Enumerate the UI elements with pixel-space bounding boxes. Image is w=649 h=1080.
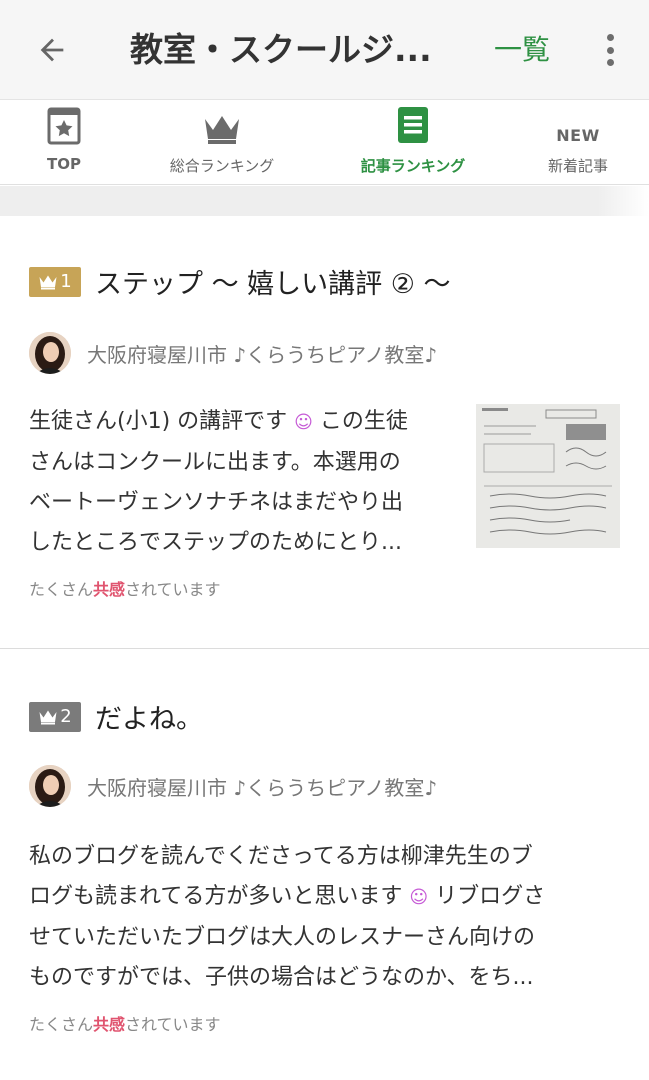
empathy-status: たくさん共感されています xyxy=(29,580,221,599)
tab-new-articles[interactable]: NEW 新着記事 xyxy=(538,101,618,185)
crown-icon xyxy=(39,275,57,289)
tab-article-ranking-label: 記事ランキング xyxy=(360,157,466,175)
article-title[interactable]: だよね。 xyxy=(95,697,203,736)
crown-icon xyxy=(39,710,57,724)
author-row[interactable]: 大阪府寝屋川市 ♪くらうちピアノ教室♪ xyxy=(29,332,437,374)
article-heading: 1 ステップ 〜 嬉しい講評 ② 〜 xyxy=(29,262,451,301)
arrow-left-icon xyxy=(40,38,64,62)
article-item[interactable]: 1 ステップ 〜 嬉しい講評 ② 〜 大阪府寝屋川市 ♪くらうちピアノ教室♪ 生… xyxy=(0,216,649,648)
article-thumbnail[interactable] xyxy=(476,404,620,548)
author-avatar xyxy=(29,765,71,807)
sparkle-emoji-icon: ☺ xyxy=(409,887,429,908)
tab-top-label: TOP xyxy=(47,155,81,173)
tab-overall-ranking-label: 総合ランキング xyxy=(169,157,275,175)
more-vert-icon xyxy=(606,34,614,41)
article-title[interactable]: ステップ 〜 嬉しい講評 ② 〜 xyxy=(95,262,451,301)
author-name: 大阪府寝屋川市 ♪くらうちピアノ教室♪ xyxy=(87,342,438,367)
tab-article-ranking[interactable]: 記事ランキング xyxy=(343,101,483,185)
author-name: 大阪府寝屋川市 ♪くらうちピアノ教室♪ xyxy=(87,775,438,800)
tab-overall-ranking[interactable]: 総合ランキング xyxy=(152,101,292,185)
crown-icon xyxy=(205,116,239,144)
more-options-button[interactable] xyxy=(596,30,624,70)
smile-emoji-icon: ☺ xyxy=(294,412,313,433)
rank-badge: 1 xyxy=(29,266,81,297)
author-avatar xyxy=(29,332,71,374)
star-calendar-icon xyxy=(47,107,81,145)
article-heading: 2 だよね。 xyxy=(29,697,203,736)
section-spacer xyxy=(0,186,649,216)
back-button[interactable] xyxy=(30,28,74,72)
empathy-status: たくさん共感されています xyxy=(29,1015,221,1034)
rank-badge: 2 xyxy=(29,701,81,732)
article-item[interactable]: 2 だよね。 大阪府寝屋川市 ♪くらうちピアノ教室♪ 私のブログを読んでくださっ… xyxy=(0,649,649,1080)
page-title: 教室・スクールジ... xyxy=(130,30,432,69)
rank-number: 1 xyxy=(60,271,72,292)
tab-new-articles-label: 新着記事 xyxy=(547,157,608,175)
author-row[interactable]: 大阪府寝屋川市 ♪くらうちピアノ教室♪ xyxy=(29,765,437,807)
app-bar: 教室・スクールジ... 一覧 xyxy=(0,0,649,100)
tab-top[interactable]: TOP xyxy=(24,101,104,185)
article-excerpt: 私のブログを読んでくださってる方は柳津先生のブ ログも読まれてる方が多いと思いま… xyxy=(29,844,546,990)
list-button[interactable]: 一覧 xyxy=(494,26,550,74)
new-icon: NEW xyxy=(556,126,600,145)
tab-bar: TOP 総合ランキング 記事ランキング NEW 新着記事 xyxy=(0,101,649,185)
rank-number: 2 xyxy=(60,706,72,727)
document-photo-image xyxy=(476,404,620,548)
document-list-icon xyxy=(398,107,428,143)
article-excerpt: 生徒さん(小1) の講評です ☺ この生徒 さんはコンクールに出ます。本選用の … xyxy=(29,409,408,555)
